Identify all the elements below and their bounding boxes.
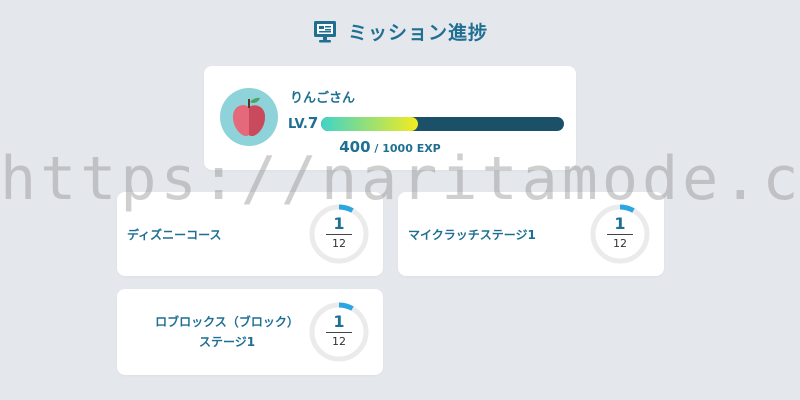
mission-name: ディズニーコース <box>127 227 222 242</box>
exp-readout: 400 / 1000 EXP <box>204 137 576 156</box>
level-value: 7 <box>307 114 319 132</box>
page-title: ミッション進捗 <box>347 22 488 44</box>
username: りんごさん <box>290 91 356 106</box>
exp-current: 400 <box>339 138 371 156</box>
mission-card-roblox[interactable]: ロブロックス（ブロック） ステージ1 1 12 <box>117 289 383 375</box>
mission-card-disney[interactable]: ディズニーコース 1 12 <box>117 192 383 276</box>
fraction-divider <box>607 234 633 235</box>
exp-progress-fill <box>321 117 419 131</box>
exp-max: 1000 <box>382 142 413 155</box>
fraction-divider <box>326 332 352 333</box>
profile-card: りんごさん LV.7 400 / 1000 EXP <box>204 66 576 170</box>
mission-name-line1: ロブロックス（ブロック） <box>155 315 299 329</box>
mission-name: マイクラッチステージ1 <box>408 227 536 242</box>
mission-total-count: 12 <box>332 335 346 348</box>
exp-progress-bar <box>321 117 564 131</box>
mission-name: ロブロックス（ブロック） ステージ1 <box>127 289 327 375</box>
mission-done-count: 1 <box>333 214 345 233</box>
exp-separator: / <box>370 142 383 155</box>
mission-name-line2: ステージ1 <box>198 335 256 349</box>
exp-unit: EXP <box>412 142 441 155</box>
level-prefix: LV. <box>288 117 308 132</box>
mission-done-count: 1 <box>614 214 626 233</box>
mission-progress-ring: 1 12 <box>590 204 650 264</box>
level-label: LV.7 <box>288 114 318 132</box>
mission-done-count: 1 <box>333 312 345 331</box>
mission-card-minecraft[interactable]: マイクラッチステージ1 1 12 <box>398 192 664 276</box>
mission-total-count: 12 <box>332 237 346 250</box>
page-header: ミッション進捗 <box>0 18 800 45</box>
mission-progress-ring: 1 12 <box>309 204 369 264</box>
mission-progress-ring: 1 12 <box>309 302 369 362</box>
fraction-divider <box>326 234 352 235</box>
monitor-icon <box>312 19 338 45</box>
mission-total-count: 12 <box>613 237 627 250</box>
